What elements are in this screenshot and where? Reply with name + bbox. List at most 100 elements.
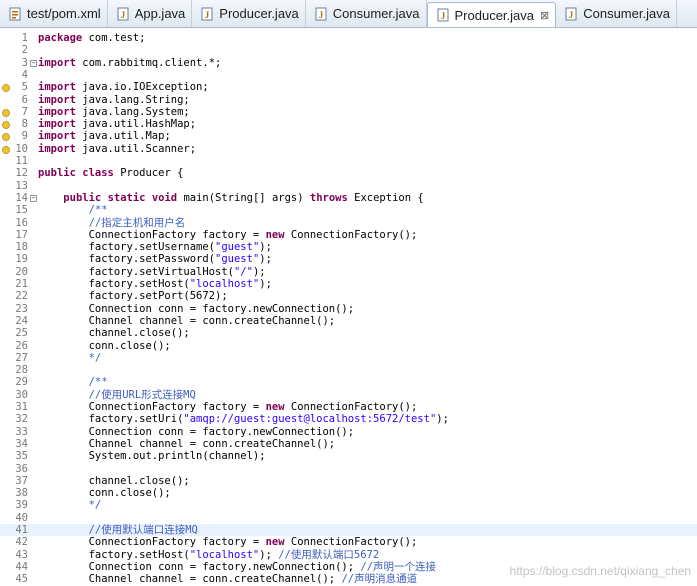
- code-line[interactable]: 28: [0, 364, 697, 376]
- code-text: import com.rabbitmq.client.*;: [38, 56, 222, 69]
- code-line[interactable]: 15 /**: [0, 204, 697, 216]
- line-number: 35: [15, 450, 28, 463]
- code-line[interactable]: 36: [0, 463, 697, 475]
- code-line[interactable]: 27 */: [0, 352, 697, 364]
- tab-label: Producer.java: [219, 6, 299, 21]
- tab-4[interactable]: J Producer.java ⊠: [426, 2, 557, 27]
- code-line[interactable]: 23 Connection conn = factory.newConnecti…: [0, 303, 697, 315]
- code-line[interactable]: 26 conn.close();: [0, 340, 697, 352]
- java-file-icon: J: [116, 7, 130, 21]
- line-number: 29: [15, 376, 28, 389]
- warning-icon[interactable]: [2, 108, 10, 117]
- tab-label: test/pom.xml: [27, 6, 101, 21]
- code-text: factory.setHost("localhost");: [38, 278, 272, 290]
- code-line[interactable]: 39 */: [0, 499, 697, 511]
- code-line[interactable]: 18 factory.setUsername("guest");: [0, 241, 697, 253]
- java-file-icon: J: [314, 7, 328, 21]
- code-line[interactable]: 16 //指定主机和用户名: [0, 217, 697, 229]
- tab-0[interactable]: test/pom.xml: [0, 0, 108, 27]
- code-line[interactable]: 12 public class Producer {: [0, 167, 697, 179]
- warning-icon[interactable]: [2, 83, 10, 93]
- code-line[interactable]: 13: [0, 180, 697, 192]
- code-text: channel.close();: [38, 327, 190, 340]
- code-line[interactable]: 40: [0, 512, 697, 524]
- code-line[interactable]: 35 System.out.println(channel);: [0, 450, 697, 462]
- code-line[interactable]: 42 ConnectionFactory factory = new Conne…: [0, 536, 697, 548]
- code-line[interactable]: 14− public static void main(String[] arg…: [0, 192, 697, 204]
- code-line[interactable]: 17 ConnectionFactory factory = new Conne…: [0, 229, 697, 241]
- code-text: Connection conn = factory.newConnection(…: [38, 302, 355, 315]
- code-line[interactable]: 20 factory.setVirtualHost("/");: [0, 266, 697, 278]
- svg-text:J: J: [205, 10, 210, 20]
- line-number: 16: [15, 216, 28, 229]
- close-icon[interactable]: ⊠: [540, 9, 549, 22]
- java-file-icon: J: [436, 8, 450, 22]
- code-line[interactable]: 24 Channel channel = conn.createChannel(…: [0, 315, 697, 327]
- code-text: factory.setUri("amqp://guest:guest@local…: [38, 413, 449, 426]
- code-line[interactable]: 32 factory.setUri("amqp://guest:guest@lo…: [0, 413, 697, 425]
- line-number: 38: [15, 487, 28, 500]
- code-line[interactable]: 29 /**: [0, 376, 697, 388]
- code-line[interactable]: 43 factory.setHost("localhost"); //使用默认端…: [0, 549, 697, 561]
- fold-toggle-icon[interactable]: −: [30, 194, 37, 202]
- code-line[interactable]: 33 Connection conn = factory.newConnecti…: [0, 426, 697, 438]
- code-line[interactable]: 3− import com.rabbitmq.client.*;: [0, 57, 697, 69]
- code-text: conn.close();: [38, 487, 171, 500]
- code-line[interactable]: 6 import java.lang.String;: [0, 94, 697, 106]
- code-line[interactable]: 30 //使用URL形式连接MQ: [0, 389, 697, 401]
- code-line[interactable]: 37 channel.close();: [0, 475, 697, 487]
- code-text: */: [38, 351, 102, 364]
- code-text: //使用URL形式连接MQ: [38, 388, 196, 401]
- code-line[interactable]: 4: [0, 69, 697, 81]
- watermark: https://blog.csdn.net/qixiang_chen: [509, 564, 691, 578]
- code-text: Channel channel = conn.createChannel();: [38, 437, 336, 450]
- code-line[interactable]: 38 conn.close();: [0, 487, 697, 499]
- editor-tab-bar: test/pom.xml J App.java J Producer.java J Cons…: [0, 0, 697, 28]
- code-line[interactable]: 10 import java.util.Scanner;: [0, 143, 697, 155]
- code-editor[interactable]: 1 package com.test; 2 3− import com.rabbitmq…: [0, 28, 697, 586]
- line-number: 4: [21, 68, 28, 81]
- java-file-icon: J: [564, 7, 578, 21]
- code-text: import java.lang.System;: [38, 105, 190, 118]
- code-text: //指定主机和用户名: [38, 216, 186, 229]
- line-number: 12: [15, 167, 28, 180]
- code-line[interactable]: 22 factory.setPort(5672);: [0, 290, 697, 302]
- code-text: ConnectionFactory factory = new Connecti…: [38, 536, 418, 549]
- warning-icon[interactable]: [2, 120, 10, 129]
- code-line[interactable]: 7 import java.lang.System;: [0, 106, 697, 118]
- java-file-icon: J: [200, 7, 214, 21]
- code-line[interactable]: 8 import java.util.HashMap;: [0, 118, 697, 130]
- tab-1[interactable]: J App.java: [108, 0, 193, 27]
- tab-2[interactable]: J Producer.java: [192, 0, 306, 27]
- code-text: Connection conn = factory.newConnection(…: [38, 560, 437, 573]
- line-number: 30: [15, 388, 28, 401]
- code-line[interactable]: 34 Channel channel = conn.createChannel(…: [0, 438, 697, 450]
- code-text: conn.close();: [38, 339, 171, 352]
- line-number: 14: [15, 191, 28, 204]
- code-text: public static void main(String[] args) t…: [63, 191, 424, 204]
- line-number: 33: [15, 425, 28, 438]
- code-line[interactable]: 21 factory.setHost("localhost");: [0, 278, 697, 290]
- line-number: 15: [15, 204, 28, 217]
- code-line[interactable]: 41 //使用默认端口连接MQ: [0, 524, 697, 537]
- code-line[interactable]: 5 import java.io.IOException;: [0, 81, 697, 93]
- code-line[interactable]: 19 factory.setPassword("guest");: [0, 253, 697, 265]
- line-number: 36: [15, 462, 28, 475]
- warning-icon[interactable]: [2, 132, 10, 142]
- code-line[interactable]: 31 ConnectionFactory factory = new Conne…: [0, 401, 697, 413]
- code-text: package com.test;: [38, 32, 146, 44]
- line-number: 37: [15, 474, 28, 487]
- code-line[interactable]: 1 package com.test;: [0, 32, 697, 44]
- tab-5[interactable]: J Consumer.java: [556, 0, 677, 27]
- code-line[interactable]: 11: [0, 155, 697, 167]
- tab-3[interactable]: J Consumer.java: [306, 0, 427, 27]
- code-line[interactable]: 25 channel.close();: [0, 327, 697, 339]
- tab-label: Consumer.java: [583, 6, 670, 21]
- code-line[interactable]: 2: [0, 44, 697, 56]
- warning-icon[interactable]: [2, 145, 10, 154]
- svg-text:J: J: [440, 11, 445, 21]
- fold-toggle-icon[interactable]: −: [30, 59, 37, 67]
- code-line[interactable]: 9 import java.util.Map;: [0, 130, 697, 142]
- code-text: factory.setHost("localhost"); //使用默认端口56…: [38, 548, 380, 561]
- svg-text:J: J: [569, 10, 574, 20]
